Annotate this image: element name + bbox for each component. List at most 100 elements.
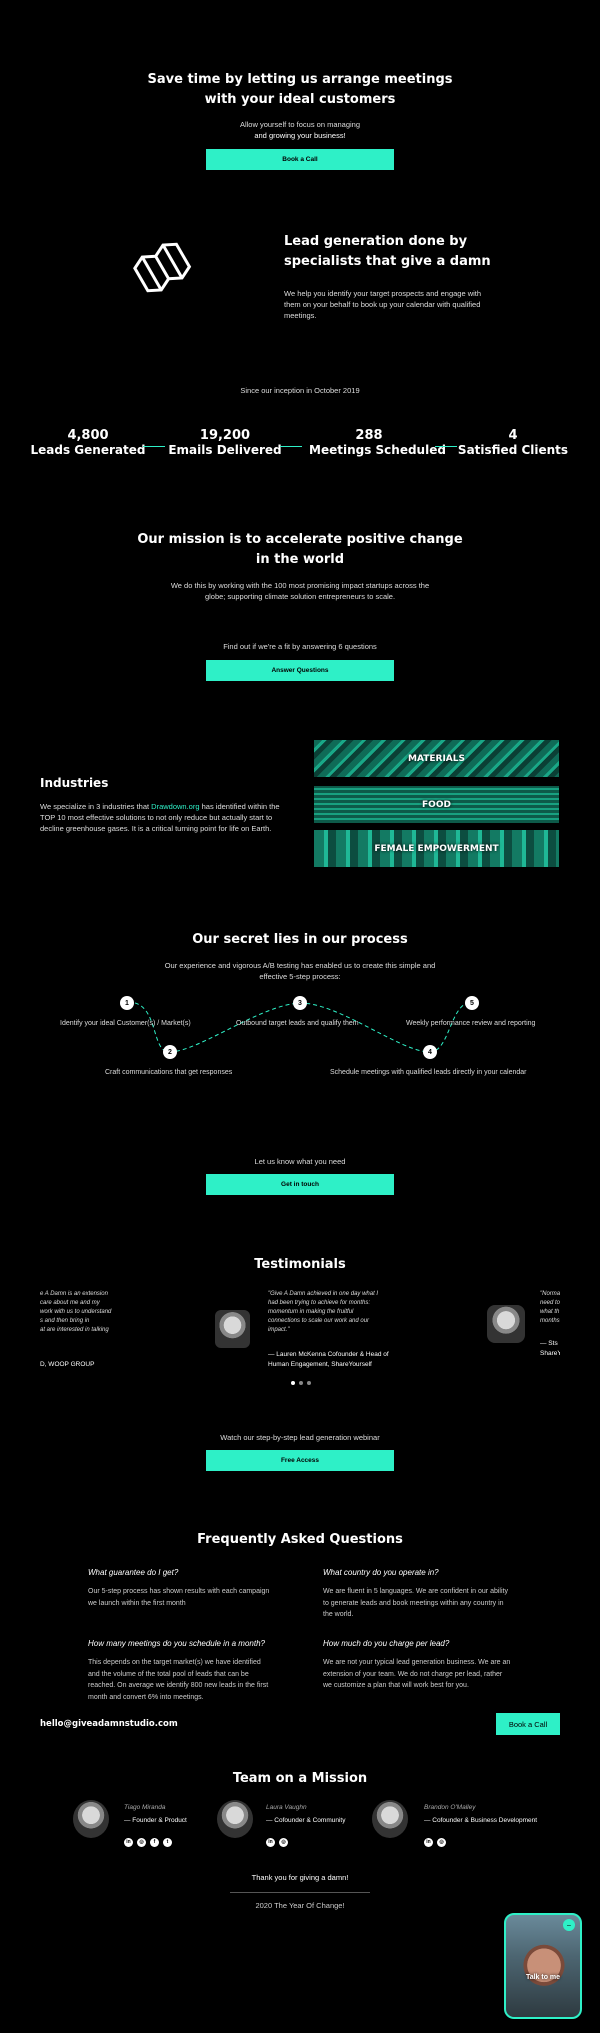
step-1-dot: 1: [120, 996, 134, 1010]
contact-email-link[interactable]: hello@giveadamnstudio.com: [40, 1719, 178, 1729]
team-member-role: — Founder & Product: [124, 1817, 187, 1824]
team-member-socials: in ◎: [424, 1830, 537, 1848]
industries-body: We specialize in 3 industries that Drawd…: [40, 801, 300, 834]
faq-answer: Our 5-step process has shown results wit…: [88, 1586, 288, 1609]
process-subtitle: Our experience and vigorous A/B testing …: [0, 960, 600, 982]
pagination-dot[interactable]: [299, 1381, 303, 1385]
stat-divider: [143, 446, 165, 447]
webinar-text: Watch our step-by-step lead generation w…: [220, 1433, 380, 1442]
minimize-icon[interactable]: –: [563, 1919, 575, 1931]
industry-tile-materials[interactable]: MATERIALS: [314, 740, 559, 777]
team-member-role: — Cofounder & Community: [266, 1817, 346, 1824]
hero-sub-line1: Allow yourself to focus on managing: [239, 120, 361, 129]
step-1-text: Identify your ideal Customer(s) / Market…: [60, 1020, 191, 1027]
instagram-icon[interactable]: ◎: [437, 1837, 446, 1847]
mission-fit-text: Find out if we're a fit by answering 6 q…: [223, 642, 377, 651]
linkedin-icon[interactable]: in: [424, 1837, 433, 1847]
hero-book-call-button[interactable]: Book a Call: [206, 149, 394, 170]
drawdown-link[interactable]: Drawdown.org: [151, 802, 199, 811]
video-chat-widget[interactable]: – Talk to me: [504, 1913, 582, 2019]
stat-label: Satisfied Clients: [457, 443, 569, 457]
testimonial-line: care about me and my: [40, 1300, 100, 1306]
instagram-icon[interactable]: ◎: [279, 1837, 288, 1847]
industry-tile-female-empowerment[interactable]: FEMALE EMPOWERMENT: [314, 830, 559, 867]
testimonial-left-author: D, WOOP GROUP: [40, 1361, 95, 1368]
step-5-dot: 5: [465, 996, 479, 1010]
team-title: Team on a Mission: [232, 1771, 368, 1786]
footer-thanks: Thank you for giving a damn!: [251, 1873, 349, 1882]
faq-answer-line: We are not your typical lead generation …: [323, 1659, 511, 1666]
faq-item: How many meetings do you schedule in a m…: [88, 1639, 288, 1703]
leadgen-body-line1: We help you identify your target prospec…: [284, 289, 482, 298]
process-title: Our secret lies in our process: [192, 932, 408, 947]
testimonial-line: at are interested in talking: [40, 1327, 109, 1333]
stat-divider: [280, 446, 302, 447]
lauren-avatar: [215, 1310, 250, 1348]
linkedin-icon[interactable]: in: [266, 1837, 275, 1847]
step-4-dot: 4: [423, 1045, 437, 1059]
get-in-touch-button[interactable]: Get in touch: [206, 1174, 394, 1195]
faq-answer-line: reached. On average we identify 800 new …: [88, 1682, 269, 1689]
faq-question: How many meetings do you schedule in a m…: [88, 1639, 265, 1648]
leadgen-title-line1: Lead generation done by: [284, 234, 468, 249]
answer-questions-button[interactable]: Answer Questions: [206, 660, 394, 681]
faq-question: What guarantee do I get?: [88, 1568, 179, 1577]
pagination-dot[interactable]: [307, 1381, 311, 1385]
testimonial-line: had been trying to achieve for months:: [268, 1300, 371, 1306]
industries-title: Industries: [40, 776, 109, 790]
industries-body-line2: TOP 10 most effective solutions to not o…: [40, 813, 273, 822]
leadgen-body-line2: them on your behalf to book up your cale…: [284, 300, 481, 309]
testimonials-title: Testimonials: [254, 1257, 346, 1272]
mission-title-line1: Our mission is to accelerate positive ch…: [137, 532, 463, 547]
team-member-name: Brandon O'Malley: [424, 1804, 476, 1811]
stat-label: Leads Generated: [30, 443, 146, 457]
linkedin-icon[interactable]: in: [124, 1837, 133, 1847]
stats-since: Since our inception in October 2019: [240, 386, 360, 395]
testimonial-line: momentum in making the fruitful: [268, 1309, 354, 1315]
instagram-icon[interactable]: ◎: [137, 1837, 146, 1847]
pagination-dot-active[interactable]: [291, 1381, 295, 1385]
testimonial-line: "Give A Damn achieved in one day what I: [268, 1291, 379, 1297]
team-member-avatar: [217, 1800, 253, 1838]
faq-answer-line: This depends on the target market(s) we …: [88, 1659, 261, 1666]
mission-body-line1: We do this by working with the 100 most …: [170, 581, 430, 590]
stat-item: 19,200 Emails Delivered: [165, 428, 285, 457]
sticky-book-call-button[interactable]: Book a Call: [496, 1713, 560, 1735]
testimonial-author-line: — Sts P: [540, 1340, 560, 1347]
hero-subtitle: Allow yourself to focus on managing and …: [0, 119, 600, 141]
faq-answer-line: extension of your team. We do not charge…: [323, 1670, 503, 1678]
stat-label: Emails Delivered: [168, 443, 282, 457]
step-3-dot: 3: [293, 996, 307, 1010]
faq-answer: We are not your typical lead generation …: [323, 1657, 523, 1692]
stat-label: Meetings Scheduled: [309, 443, 446, 457]
industry-tile-label: FEMALE EMPOWERMENT: [374, 843, 499, 854]
faq-item: What guarantee do I get? Our 5-step proc…: [88, 1568, 288, 1609]
testimonial-line: work with us to understand: [40, 1309, 112, 1315]
video-face: [522, 1941, 566, 1995]
team-member-role: — Cofounder & Business Development: [424, 1817, 538, 1824]
industry-tile-food[interactable]: FOOD: [314, 786, 559, 823]
facebook-icon[interactable]: f: [150, 1837, 159, 1847]
stat-number: 288: [355, 428, 383, 443]
testimonial-center-author: — Lauren McKenna Cofounder & Head of Hum…: [268, 1350, 389, 1370]
testimonial-line: what th: [540, 1309, 560, 1315]
faq-answer: We are fluent in 5 languages. We are con…: [323, 1586, 523, 1621]
process-sub-line1: Our experience and vigorous A/B testing …: [164, 961, 436, 970]
testimonial-line: connections to scale our work and our: [268, 1318, 370, 1324]
twitter-icon[interactable]: t: [163, 1837, 172, 1847]
step-4-text: Schedule meetings with qualified leads d…: [330, 1069, 527, 1076]
team-member: Laura Vaughn — Cofounder & Community in ◎: [266, 1804, 345, 1848]
stat-item: 288 Meetings Scheduled: [309, 428, 446, 457]
industries-body-line3: decline greenhouse gases. It is a critic…: [40, 824, 272, 833]
hero-title: Save time by letting us arrange meetings…: [0, 70, 600, 110]
free-access-button[interactable]: Free Access: [206, 1450, 394, 1471]
footer-year: 2020 The Year Of Change!: [255, 1901, 345, 1910]
team-member-socials: in ◎: [266, 1830, 345, 1848]
step-5-text: Weekly performance review and reporting: [406, 1020, 536, 1027]
mission-title-line2: in the world: [255, 552, 345, 567]
team-member-avatar: [73, 1800, 109, 1838]
testimonial-right-author: — Sts P ShareYo: [540, 1339, 560, 1359]
step-2-dot: 2: [163, 1045, 177, 1059]
mission-title: Our mission is to accelerate positive ch…: [0, 530, 600, 570]
stat-item: 4,800 Leads Generated: [28, 428, 148, 457]
